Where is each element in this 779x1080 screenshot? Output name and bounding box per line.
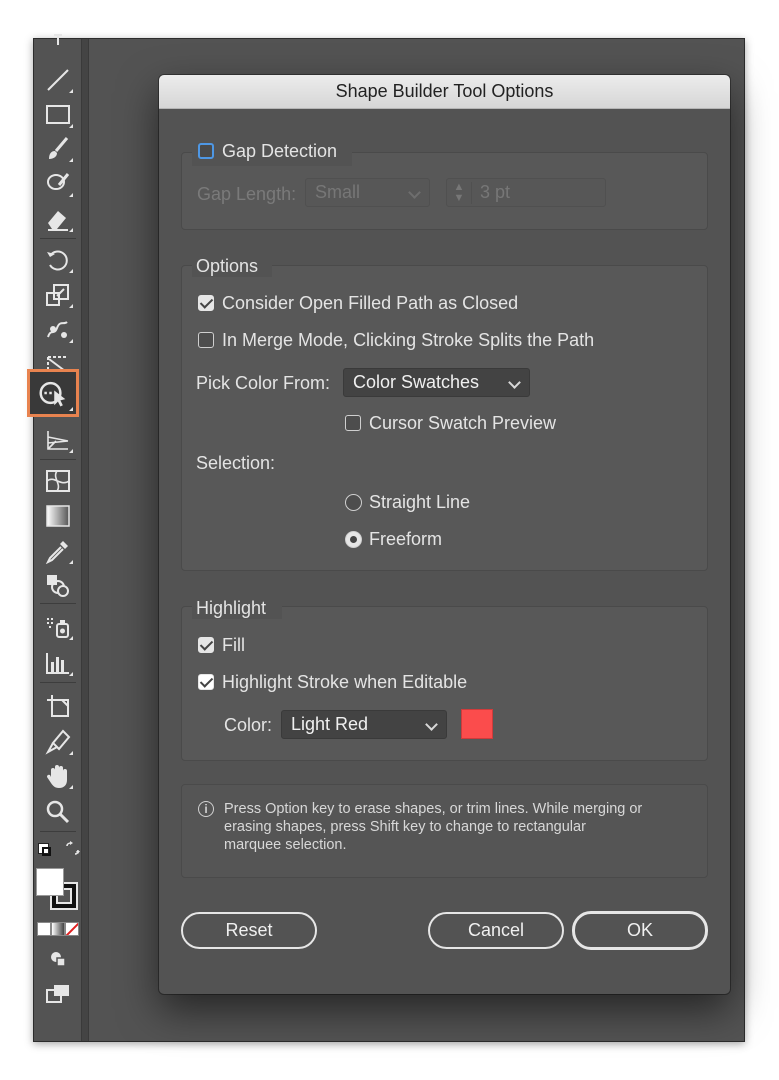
pick-color-from-value: Color Swatches <box>353 372 480 392</box>
highlight-fill-checkbox[interactable] <box>198 637 214 653</box>
options-header: Options <box>196 256 259 276</box>
merge-mode-split-label: In Merge Mode, Clicking Stroke Splits th… <box>222 330 595 350</box>
toolbar-edge <box>82 39 89 1041</box>
default-fill-stroke-icon[interactable] <box>38 843 52 857</box>
chevron-down-icon <box>408 186 421 199</box>
freeform-label: Freeform <box>369 529 443 549</box>
gap-amount-field[interactable]: ▲ ▼ 3 pt <box>446 178 606 207</box>
draw-mode-icon[interactable] <box>42 943 74 973</box>
highlight-stroke-checkbox[interactable] <box>198 674 214 690</box>
selection-label: Selection: <box>196 453 276 473</box>
cursor-swatch-preview-label: Cursor Swatch Preview <box>369 413 557 433</box>
chevron-down-icon <box>425 718 438 731</box>
reset-button[interactable]: Reset <box>181 912 317 949</box>
zoom-tool-icon[interactable] <box>42 797 74 827</box>
eraser-tool-icon[interactable] <box>42 204 74 234</box>
shape-builder-options-dialog: Shape Builder Tool Options Gap Detection… <box>159 75 730 994</box>
gradient-tool-icon[interactable] <box>42 501 74 531</box>
hand-tool-icon[interactable] <box>42 761 74 791</box>
symbol-sprayer-tool-icon[interactable] <box>42 612 74 642</box>
highlight-fill-label: Fill <box>222 635 245 655</box>
dialog-title: Shape Builder Tool Options <box>159 75 730 109</box>
gap-length-value: Small <box>315 182 361 202</box>
ok-button[interactable]: OK <box>572 911 708 950</box>
fill-stroke-swatches[interactable] <box>36 868 80 912</box>
rotate-tool-icon[interactable] <box>42 245 74 275</box>
highlight-color-value: Light Red <box>291 714 369 734</box>
straight-line-label: Straight Line <box>369 492 471 512</box>
puppet-warp-tool-icon[interactable] <box>42 315 74 345</box>
merge-mode-split-checkbox[interactable] <box>198 332 214 348</box>
pen-tool-icon[interactable] <box>42 727 74 757</box>
highlight-color-dropdown[interactable]: Light Red <box>281 710 447 739</box>
highlight-stroke-label: Highlight Stroke when Editable <box>222 672 468 692</box>
blend-tool-icon[interactable] <box>42 570 74 600</box>
info-text-line3: marquee selection. <box>224 837 347 853</box>
color-mode-icons[interactable] <box>37 922 79 936</box>
freeform-radio[interactable] <box>345 531 362 548</box>
chevron-down-icon <box>508 376 521 389</box>
info-text-line1: Press Option key to erase shapes, or tri… <box>224 801 643 817</box>
type-tool-icon[interactable] <box>42 31 74 61</box>
gap-amount-value: 3 pt <box>480 182 511 202</box>
paintbrush-tool-icon[interactable] <box>42 134 74 164</box>
gap-length-dropdown[interactable]: Small <box>305 178 430 207</box>
mesh-tool-icon[interactable] <box>42 466 74 496</box>
shape-builder-tool-icon[interactable] <box>27 369 79 417</box>
info-text-line2: erasing shapes, press Shift key to chang… <box>224 819 586 835</box>
artboard-tool-icon[interactable] <box>42 691 74 721</box>
info-icon: i <box>198 801 214 817</box>
pick-color-from-dropdown[interactable]: Color Swatches <box>343 368 530 397</box>
highlight-color-label: Color: <box>224 715 273 735</box>
gap-detection-checkbox[interactable] <box>198 143 214 159</box>
gap-length-label: Gap Length: <box>197 184 297 204</box>
swap-fill-stroke-icon[interactable] <box>64 841 80 857</box>
eyedropper-tool-icon[interactable] <box>42 536 74 566</box>
cancel-button[interactable]: Cancel <box>428 912 564 949</box>
consider-open-filled-label: Consider Open Filled Path as Closed <box>222 293 519 313</box>
gap-detection-label: Gap Detection <box>222 141 338 161</box>
stepper-arrows-icon[interactable]: ▲ ▼ <box>447 181 472 204</box>
scale-tool-icon[interactable] <box>42 280 74 310</box>
cursor-swatch-preview-checkbox[interactable] <box>345 415 361 431</box>
shaper-tool-icon[interactable] <box>42 169 74 199</box>
consider-open-filled-checkbox[interactable] <box>198 295 214 311</box>
straight-line-radio[interactable] <box>345 494 362 511</box>
perspective-grid-tool-icon[interactable] <box>42 425 74 455</box>
highlight-header: Highlight <box>196 598 267 618</box>
pick-color-from-label: Pick Color From: <box>196 373 331 393</box>
column-graph-tool-icon[interactable] <box>42 648 74 678</box>
highlight-color-swatch[interactable] <box>461 709 493 739</box>
screen-mode-icon[interactable] <box>42 979 74 1009</box>
tools-panel <box>27 34 82 1041</box>
line-segment-tool-icon[interactable] <box>42 65 74 95</box>
rectangle-tool-icon[interactable] <box>42 100 74 130</box>
